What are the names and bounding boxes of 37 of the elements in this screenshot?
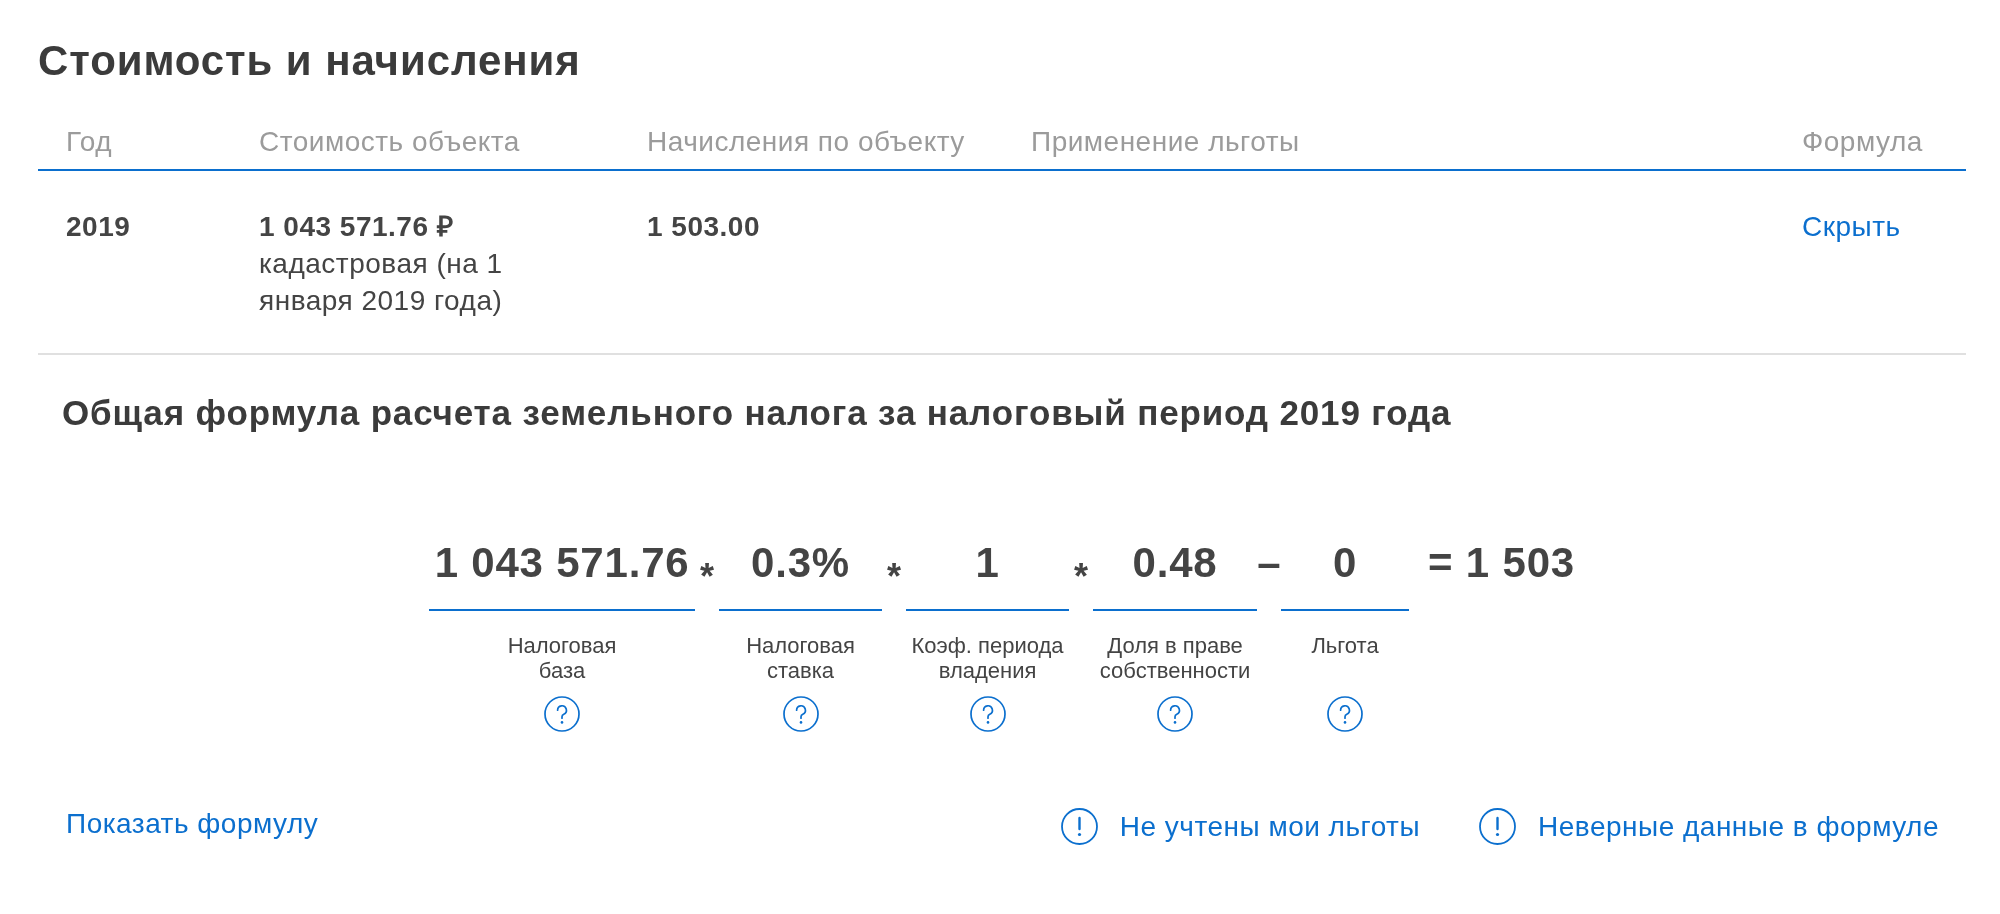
column-header: Формула: [1802, 125, 1923, 159]
formula-label: Налоговая ставка: [745, 633, 856, 683]
show-formula-link[interactable]: Показать формулу: [66, 808, 319, 840]
column-header: Начисления по объекту: [647, 125, 965, 159]
help-icon[interactable]: [544, 696, 581, 732]
exclamation-circle-icon: [1060, 808, 1098, 845]
help-icon[interactable]: [969, 696, 1006, 732]
feedback-link[interactable]: Не учтены мои льготы: [1060, 808, 1421, 845]
help-icon[interactable]: [1327, 696, 1364, 732]
exclamation-circle-icon: [1479, 808, 1517, 845]
multiplication-sign: *: [700, 555, 715, 599]
formula-label: Коэф. периода владения: [910, 633, 1065, 683]
minus-sign: –: [1257, 539, 1281, 587]
formula-value: 0.48: [1132, 539, 1218, 587]
multiplication-sign: *: [1074, 555, 1089, 599]
help-icon[interactable]: [1157, 696, 1194, 732]
formula-value: 1 043 571.76: [434, 539, 690, 587]
feedback-link[interactable]: Неверные данные в формуле: [1479, 808, 1939, 845]
formula-result: = 1 503: [1428, 539, 1575, 587]
column-header: Год: [66, 125, 113, 159]
cost-amount: 1 043 571.76 ₽: [259, 210, 454, 244]
hide-link[interactable]: Скрыть: [1802, 209, 1901, 245]
formula-value: 0: [1332, 539, 1358, 587]
help-icon[interactable]: [782, 696, 819, 732]
formula-label: Доля в праве собственности: [1098, 633, 1252, 683]
formula-value: 1: [975, 539, 1000, 587]
table-cell-text: 2019: [66, 210, 131, 244]
column-header: Стоимость объекта: [259, 125, 520, 159]
page-title: Стоимость и начисления: [38, 37, 581, 85]
multiplication-sign: *: [887, 555, 902, 599]
cost-note: кадастровая (на 1 января 2019 года): [259, 247, 504, 318]
column-header: Применение льготы: [1031, 125, 1300, 159]
formula-label: Налоговая база: [506, 633, 618, 683]
table-cell-text: 1 503.00: [647, 210, 760, 244]
section-title: Общая формула расчета земельного налога за налоговый период 2019 года: [62, 393, 1452, 433]
formula-label: Льгота: [1311, 633, 1379, 658]
formula-value: 0.3%: [751, 539, 850, 587]
